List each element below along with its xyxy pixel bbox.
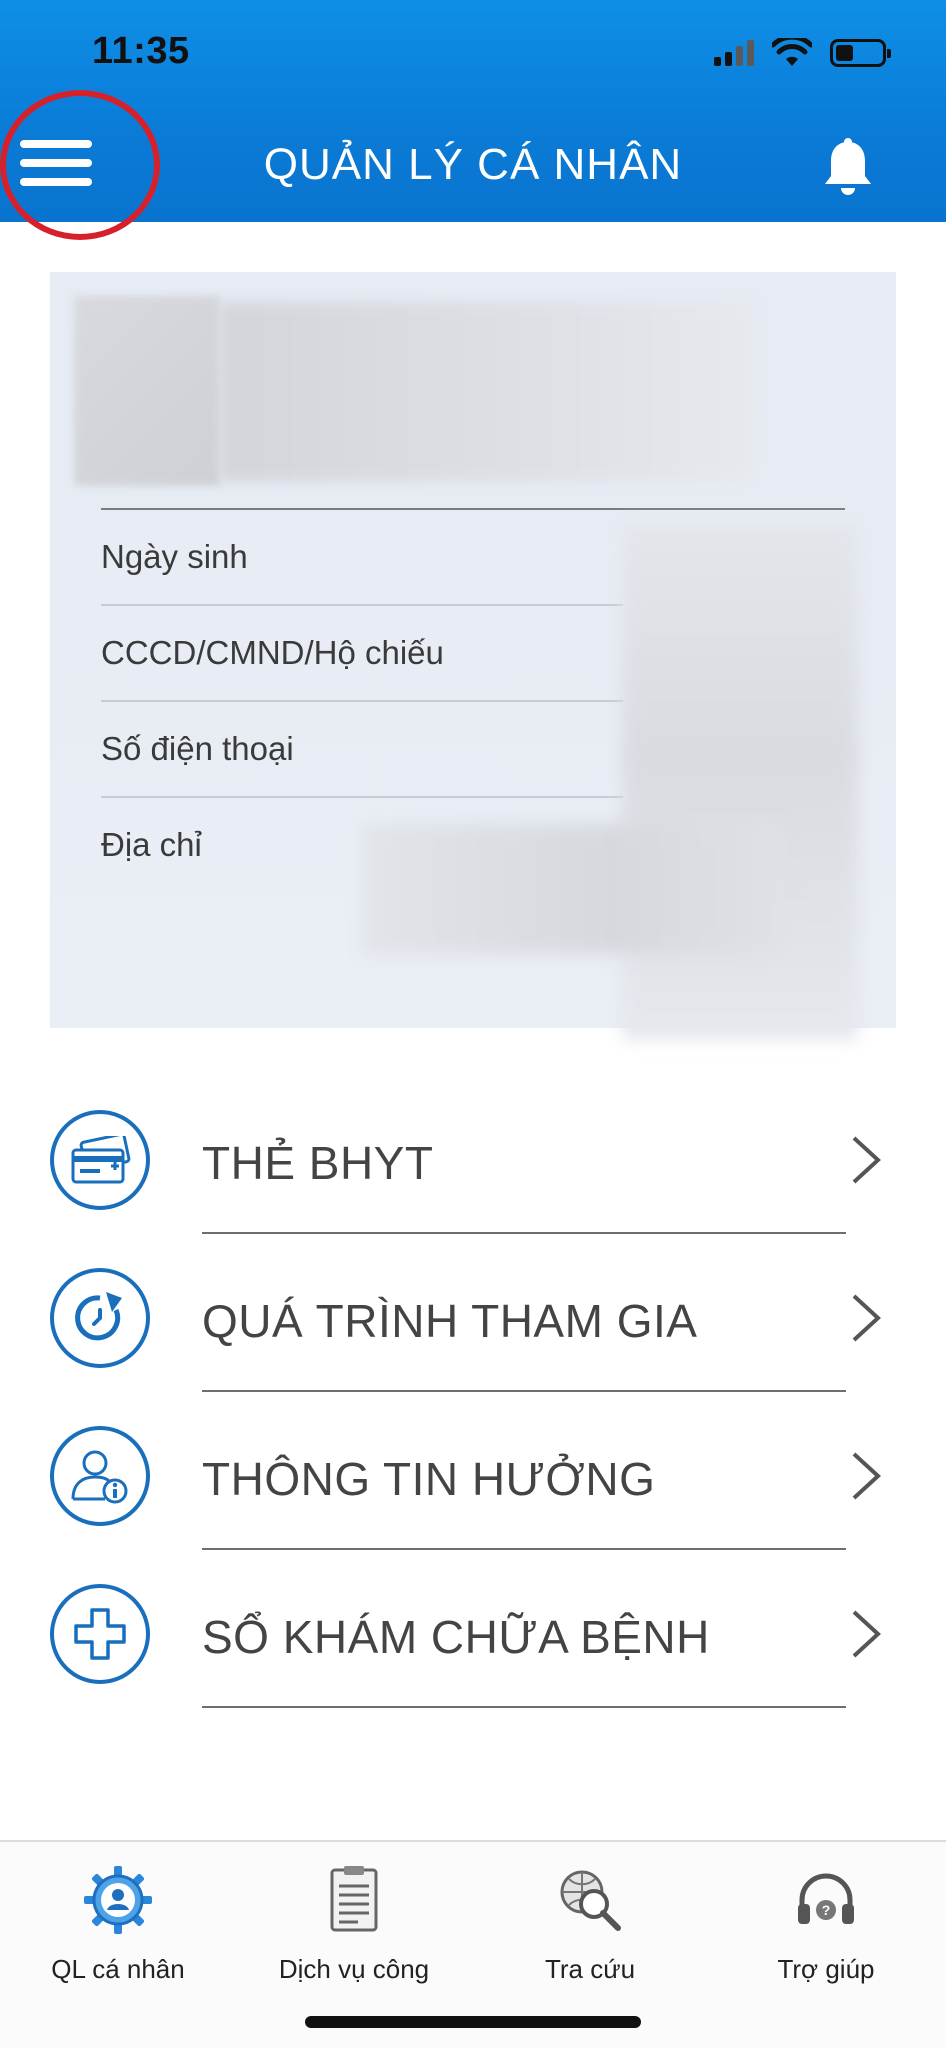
info-label: Ngày sinh bbox=[101, 538, 248, 575]
info-row-id: CCCD/CMND/Hộ chiếu bbox=[101, 606, 623, 702]
tab-label: Trợ giúp bbox=[777, 1954, 875, 1984]
menu-divider bbox=[202, 1706, 846, 1708]
tab-label: QL cá nhân bbox=[51, 1954, 185, 1984]
signal-icon bbox=[714, 40, 754, 66]
status-time: 11:35 bbox=[92, 30, 190, 72]
history-icon bbox=[50, 1268, 150, 1368]
chevron-right-icon bbox=[852, 1136, 881, 1184]
menu-item-label: SỔ KHÁM CHỮA BỆNH bbox=[202, 1611, 710, 1663]
tab-help[interactable]: ? Trợ giúp bbox=[708, 1860, 944, 2020]
info-row-dob: Ngày sinh bbox=[101, 510, 623, 606]
menu-item-health-card[interactable]: THẺ BHYT bbox=[0, 1076, 946, 1234]
user-info-icon bbox=[50, 1426, 150, 1526]
chevron-right-icon bbox=[852, 1294, 881, 1342]
tab-lookup[interactable]: Tra cứu bbox=[472, 1860, 708, 2020]
name-redacted bbox=[220, 302, 755, 482]
bell-icon[interactable] bbox=[816, 136, 880, 200]
menu-item-medical-record[interactable]: SỔ KHÁM CHỮA BỆNH bbox=[0, 1550, 946, 1708]
address-redacted bbox=[362, 824, 782, 954]
info-row-phone: Số điện thoại bbox=[101, 702, 623, 798]
battery-icon bbox=[830, 39, 891, 67]
chevron-right-icon bbox=[852, 1452, 881, 1500]
tab-public-services[interactable]: Dịch vụ công bbox=[236, 1860, 472, 2020]
gear-user-icon bbox=[84, 1866, 152, 1934]
globe-search-icon bbox=[560, 1870, 621, 1931]
app-header: 11:35 QUẢN LÝ CÁ NHÂN bbox=[0, 0, 946, 240]
menu-item-participation-history[interactable]: QUÁ TRÌNH THAM GIA bbox=[0, 1234, 946, 1392]
home-indicator bbox=[305, 2016, 641, 2028]
tab-label: Tra cứu bbox=[544, 1954, 636, 1984]
profile-card: Ngày sinh CCCD/CMND/Hộ chiếu Số điện tho… bbox=[50, 272, 896, 1040]
svg-text:?: ? bbox=[822, 1902, 831, 1918]
menu-item-label: THẺ BHYT bbox=[202, 1137, 434, 1189]
menu-item-label: THÔNG TIN HƯỞNG bbox=[202, 1453, 656, 1505]
page-title: QUẢN LÝ CÁ NHÂN bbox=[263, 140, 683, 189]
headset-icon: ? bbox=[798, 1873, 854, 1924]
document-icon bbox=[330, 1866, 378, 1932]
info-label: CCCD/CMND/Hộ chiếu bbox=[101, 634, 444, 671]
info-label: Địa chỉ bbox=[101, 826, 202, 863]
medical-cross-icon bbox=[50, 1584, 150, 1684]
menu-item-label: QUÁ TRÌNH THAM GIA bbox=[202, 1295, 698, 1347]
tab-personal-management[interactable]: QL cá nhân bbox=[0, 1860, 236, 2020]
tab-label: Dịch vụ công bbox=[278, 1954, 430, 1984]
wifi-icon bbox=[772, 38, 812, 66]
avatar-redacted bbox=[74, 296, 220, 486]
chevron-right-icon bbox=[852, 1610, 881, 1658]
status-icons bbox=[714, 38, 891, 68]
health-card-icon bbox=[50, 1110, 150, 1210]
info-label: Số điện thoại bbox=[101, 730, 294, 767]
values-redacted bbox=[622, 524, 858, 1040]
menu-item-benefit-info[interactable]: THÔNG TIN HƯỞNG bbox=[0, 1392, 946, 1550]
